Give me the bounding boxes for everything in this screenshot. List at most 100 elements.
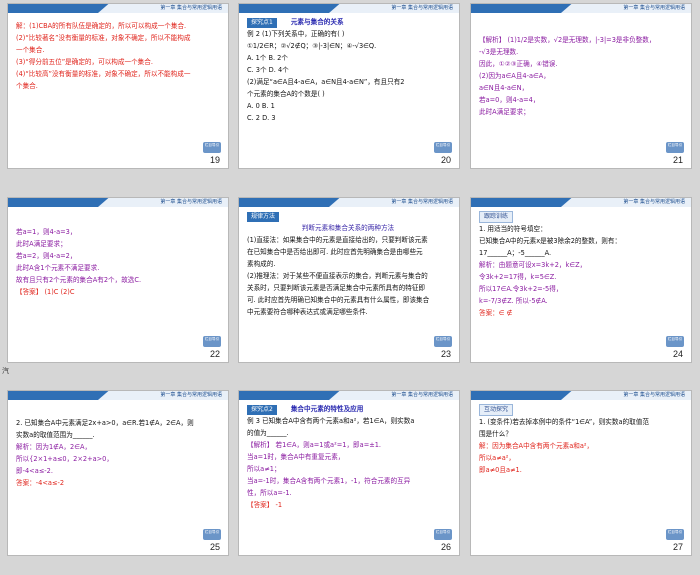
text-line: (2)推理法：对于某些不便直接表示的集合，判断元素与集合的 (247, 272, 428, 280)
text-line: -√3是无理数. (479, 48, 519, 56)
slide-27[interactable]: 第一章 集合与常用逻辑用语 互动探究 1. (变条件)若去掉本例中的条件“1∈A… (470, 390, 692, 556)
chapter-title: 第一章 集合与常用逻辑用语 (391, 5, 453, 11)
chapter-title: 第一章 集合与常用逻辑用语 (160, 5, 222, 11)
text-line: 【答案】 (1)C (2)C (16, 288, 75, 296)
text-line: 围是什么？ (479, 430, 512, 438)
section-title: 元素与集合的关系 (290, 18, 344, 26)
back-button[interactable]: 栏目导引 (203, 336, 221, 347)
text-line: 个集合. (16, 82, 38, 90)
slide-content: 探究点1 元素与集合的关系 例 2 (1)下列关系中，正确的有( ) ①1/2∈R… (247, 16, 449, 124)
text-line: 即a≠0且a≠1. (479, 466, 522, 474)
slide-content: 解：(1)CBA的所有队伍是确定的，所以可以构成一个集合. (2)“比较著名”没… (16, 20, 218, 92)
slide-content: 若a=1，则4-a=3， 此时A满足要求； 若a=2，则4-a=2， 此时A含1… (16, 226, 218, 298)
text-line: 所以a≠a²， (479, 454, 516, 462)
slide-number: 23 (440, 349, 451, 359)
slide-26[interactable]: 第一章 集合与常用逻辑用语 探究点2 集合中元素的特性及应用 例 3 已知集合A中… (238, 390, 460, 556)
slide-25[interactable]: 第一章 集合与常用逻辑用语 2. 已知集合A中元素满足2x+a>0，a∈R.若1… (7, 390, 229, 556)
slide-24[interactable]: 第一章 集合与常用逻辑用语 跟踪训练 1. 用适当的符号填空： 已知集合A中的元… (470, 197, 692, 363)
text-line: C. 3个 D. 4个 (247, 66, 289, 74)
slide-content: 规律方法 判断元素和集合关系的两种方法 (1)直接法：如果集合中的元素是直接给出… (247, 210, 449, 318)
slide-header-bar: 第一章 集合与常用逻辑用语 (471, 391, 691, 400)
text-line: 17______A；-5______A. (479, 249, 552, 257)
text-line: 例 3 已知集合A中含有两个元素a和a²，若1∈A，则实数a (247, 417, 415, 425)
slide-content: 【解析】 (1)1/2是实数，√2是无理数，|-3|=3是非负整数， -√3是无… (479, 34, 681, 118)
slide-header-bar: 第一章 集合与常用逻辑用语 (239, 4, 459, 13)
text-line: 2. 已知集合A中元素满足2x+a>0，a∈R.若1∉A，2∈A，则 (16, 419, 194, 427)
text-line: 1. 用适当的符号填空： (479, 225, 547, 233)
text-line: 若a=0，则4-a=4， (479, 96, 540, 104)
text-line: 答案：∈ ∉ (479, 309, 513, 317)
text-line: 关系时，只要判断该元素是否满足集合中元素所具有的特征即 (247, 284, 426, 292)
chapter-title: 第一章 集合与常用逻辑用语 (623, 5, 685, 11)
text-line: 解析：由题意可设x=3k+2，k∈Z， (479, 261, 587, 269)
text-line: 当a=-1时，集合A含有两个元素1，-1，符合元素的互异 (247, 477, 411, 485)
text-line: 的值为______. (247, 429, 289, 437)
text-line: 解析：因为1∉A，2∈A， (16, 443, 92, 451)
slide-header-bar: 第一章 集合与常用逻辑用语 (239, 198, 459, 207)
text-line: (2)因为a∈A且4-a∈A， (479, 72, 550, 80)
slide-number: 22 (209, 349, 220, 359)
slide-21[interactable]: 第一章 集合与常用逻辑用语 【解析】 (1)1/2是实数，√2是无理数，|-3|… (470, 3, 692, 169)
chapter-title: 第一章 集合与常用逻辑用语 (623, 392, 685, 398)
back-button[interactable]: 栏目导引 (666, 529, 684, 540)
text-line: 此时A含1个元素不满足要求. (16, 264, 100, 272)
slide-22[interactable]: 第一章 集合与常用逻辑用语 若a=1，则4-a=3， 此时A满足要求； 若a=2… (7, 197, 229, 363)
slide-number: 19 (209, 155, 220, 165)
text-line: 因此，①②③正确，④错误. (479, 60, 558, 68)
slide-number: 27 (672, 542, 683, 552)
slide-header-bar: 第一章 集合与常用逻辑用语 (239, 391, 459, 400)
text-line: 实数a的取值范围为______. (16, 431, 95, 439)
text-line: k=-7/3∉Z. 所以-5∉A. (479, 297, 548, 305)
section-tag: 跟踪训练 (479, 211, 514, 223)
text-line: ①1/2∈R；②√2∉Q；③|-3|∈N；④-√3∈Q. (247, 42, 377, 50)
slide-content: 探究点2 集合中元素的特性及应用 例 3 已知集合A中含有两个元素a和a²，若1∈… (247, 403, 449, 511)
text-line: 即-4<a≤-2. (16, 467, 53, 475)
slide-19[interactable]: 第一章 集合与常用逻辑用语 解：(1)CBA的所有队伍是确定的，所以可以构成一个… (7, 3, 229, 169)
slide-number: 26 (440, 542, 451, 552)
section-tag: 探究点2 (247, 405, 277, 415)
back-button[interactable]: 栏目导引 (666, 336, 684, 347)
text-line: 当a=1时，集合A中有重复元素， (247, 453, 345, 461)
text-line: 此时A满足要求； (16, 240, 67, 248)
back-button[interactable]: 栏目导引 (434, 336, 452, 347)
text-line: 一个集合. (16, 46, 45, 54)
text-line: 可. 此时应首先明确已知集合中的元素具有什么属性，即该集合 (247, 296, 430, 304)
slide-number: 21 (672, 155, 683, 165)
section-heading: 探究点2 集合中元素的特性及应用 (247, 403, 449, 415)
slide-content: 2. 已知集合A中元素满足2x+a>0，a∈R.若1∉A，2∈A，则 实数a的取… (16, 417, 218, 489)
section-heading: 互动探究 (479, 403, 681, 416)
text-line: 若a=2，则4-a=2， (16, 252, 77, 260)
back-button[interactable]: 栏目导引 (203, 529, 221, 540)
text-line: 故有且只有2个元素的集合A有2个，故选C. (16, 276, 142, 284)
slide-header-bar: 第一章 集合与常用逻辑用语 (471, 198, 691, 207)
text-line: (3)“得分前五位”是确定的，可以构成一个集合. (16, 58, 153, 66)
section-tag: 规律方法 (247, 212, 280, 222)
slide-number: 25 (209, 542, 220, 552)
text-line: (1)直接法：如果集合中的元素是直接给出的，只要判断该元素 (247, 236, 428, 244)
text-line: (2)满足“a∈A且4-a∈A，a∈N且4-a∈N”，有且只有2 (247, 78, 405, 86)
back-button[interactable]: 栏目导引 (434, 529, 452, 540)
back-button[interactable]: 栏目导引 (666, 142, 684, 153)
text-line: 所以17∈A.令3k+2=-5得， (479, 285, 563, 293)
text-line: 已知集合A中的元素x是被3除余2的整数，则有： (479, 237, 622, 245)
text-line: 令3k+2=17得，k=5∈Z. (479, 273, 557, 281)
text-line: 例 2 (1)下列关系中，正确的有( ) (247, 30, 345, 38)
text-line: 若a=1，则4-a=3， (16, 228, 77, 236)
text-line: 所以a≠1； (247, 465, 281, 473)
text-line: A. 0 B. 1 (247, 102, 275, 110)
text-line: (4)“比较高”没有衡量的标准，对象不确定，所以不能构成一 (16, 70, 191, 78)
back-button[interactable]: 栏目导引 (203, 142, 221, 153)
chapter-title: 第一章 集合与常用逻辑用语 (160, 392, 222, 398)
text-line: 在已知集合中是否给出即可. 此时应首先明确集合是由哪些元 (247, 248, 423, 256)
slide-20[interactable]: 第一章 集合与常用逻辑用语 探究点1 元素与集合的关系 例 2 (1)下列关系中，… (238, 3, 460, 169)
text-line: 个元素的集合A的个数是( ) (247, 90, 325, 98)
back-button[interactable]: 栏目导引 (434, 142, 452, 153)
slide-header-bar: 第一章 集合与常用逻辑用语 (471, 4, 691, 13)
slide-23[interactable]: 第一章 集合与常用逻辑用语 规律方法 判断元素和集合关系的两种方法 (1)直接法… (238, 197, 460, 363)
chapter-title: 第一章 集合与常用逻辑用语 (391, 199, 453, 205)
text-line: 中元素要符合哪种表达式或满足哪些条件. (247, 308, 368, 316)
text-line: 所以{2×1+a≤0，2×2+a>0， (16, 455, 113, 463)
text-line: 此时A满足要求； (479, 108, 530, 116)
text-line: 判断元素和集合关系的两种方法 (301, 224, 395, 232)
text-line: 【答案】 -1 (247, 501, 283, 509)
